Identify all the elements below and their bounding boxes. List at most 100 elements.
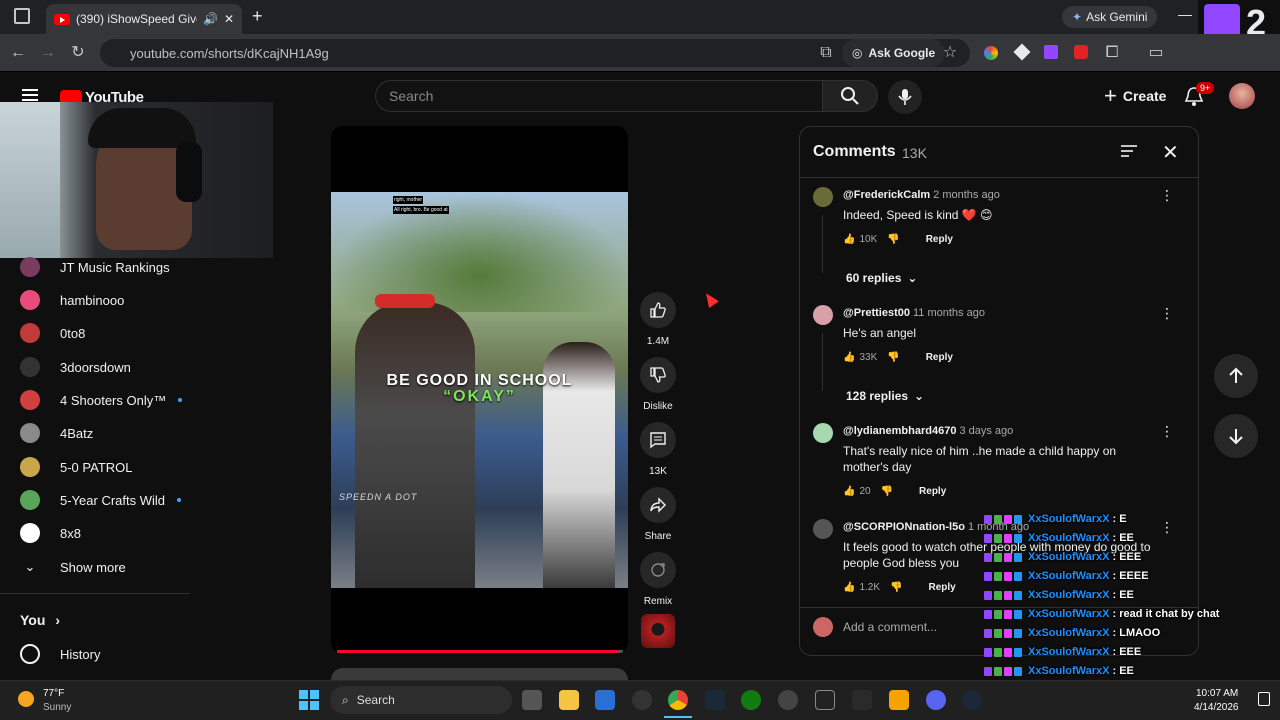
- more-options-icon[interactable]: ⋮: [1160, 187, 1174, 204]
- create-button[interactable]: + Create: [1094, 80, 1176, 112]
- comment-author[interactable]: @SCORPIONnation-l5o: [843, 521, 965, 533]
- comment-like-icon[interactable]: 👍: [843, 352, 855, 363]
- extension-diamond-icon[interactable]: [1013, 43, 1031, 61]
- extension-red-icon[interactable]: [1074, 45, 1088, 59]
- windows-start-icon[interactable]: [299, 690, 319, 710]
- comment-item: @Prettiest00 11 months ago He's an angel …: [813, 305, 1174, 395]
- close-comments-icon[interactable]: ✕: [1162, 140, 1179, 165]
- comment-author[interactable]: @Prettiest00: [843, 307, 910, 319]
- app-icon[interactable]: [632, 690, 652, 710]
- you-section-header[interactable]: You ›: [20, 605, 60, 635]
- next-short-preview[interactable]: [331, 668, 628, 680]
- notifications-button[interactable]: 9+: [1184, 82, 1215, 113]
- sidebar-item-8x8[interactable]: 8x8: [20, 518, 81, 548]
- voice-search-button[interactable]: [888, 80, 922, 114]
- chat-message: XxSoulofWarxX: EEEE: [984, 567, 1149, 585]
- share-button[interactable]: Share: [640, 487, 676, 542]
- reply-button[interactable]: Reply: [926, 234, 953, 245]
- sidebar-item-history[interactable]: History: [20, 639, 100, 669]
- install-app-icon[interactable]: ⧉: [812, 39, 840, 67]
- sound-thumbnail[interactable]: [641, 614, 675, 648]
- comment-like-icon[interactable]: 👍: [843, 234, 855, 245]
- forward-icon[interactable]: →: [34, 39, 62, 67]
- search-input[interactable]: Search: [375, 80, 822, 112]
- more-options-icon[interactable]: ⋮: [1160, 423, 1174, 440]
- rockstar-icon[interactable]: [889, 690, 909, 710]
- audio-icon[interactable]: 🔊: [203, 12, 218, 26]
- store-icon[interactable]: [595, 690, 615, 710]
- chat-badges: [984, 533, 1022, 543]
- split-view-icon[interactable]: ▭: [1142, 39, 1170, 67]
- epic-games-icon[interactable]: [852, 690, 872, 710]
- comment-like-icon[interactable]: 👍: [843, 486, 855, 497]
- remix-button[interactable]: Remix: [640, 552, 676, 607]
- comment-avatar[interactable]: [813, 423, 833, 443]
- new-tab-icon[interactable]: +: [252, 6, 263, 27]
- close-tab-icon[interactable]: ✕: [224, 12, 234, 26]
- ask-gemini-button[interactable]: ✦ Ask Gemini: [1062, 6, 1158, 28]
- more-options-icon[interactable]: ⋮: [1160, 519, 1174, 536]
- steam-icon[interactable]: [705, 690, 725, 710]
- bookmark-star-icon[interactable]: ☆: [936, 39, 964, 67]
- comment-dislike-icon[interactable]: 👎: [881, 486, 893, 497]
- back-icon[interactable]: ←: [4, 39, 32, 67]
- sidebar-item-5-year-crafts-wild[interactable]: 5-Year Crafts Wild: [20, 485, 181, 515]
- show-more-button[interactable]: ⌄ Show more: [20, 552, 126, 582]
- sidebar-item-5-0-patrol[interactable]: 5-0 PATROL: [20, 452, 132, 482]
- previous-short-button[interactable]: [1214, 354, 1258, 398]
- dislike-button[interactable]: Dislike: [640, 357, 676, 412]
- comment-dislike-icon[interactable]: 👎: [887, 352, 899, 363]
- comment-author[interactable]: @FrederickCalm: [843, 189, 930, 201]
- sort-button[interactable]: [1120, 143, 1138, 164]
- sidebar-item-4batz[interactable]: 4Batz: [20, 418, 93, 448]
- reload-icon[interactable]: ↻: [64, 39, 92, 67]
- discord-icon[interactable]: [926, 690, 946, 710]
- xbox-icon[interactable]: [741, 690, 761, 710]
- comment-dislike-icon[interactable]: 👎: [887, 234, 899, 245]
- clock-time[interactable]: 10:07 AM: [1196, 688, 1238, 699]
- account-avatar[interactable]: [1229, 83, 1255, 109]
- sidebar-item-3doorsdown[interactable]: 3doorsdown: [20, 352, 131, 382]
- 7zip-icon[interactable]: [815, 690, 835, 710]
- extension-color-icon[interactable]: [984, 46, 998, 60]
- chrome-icon[interactable]: [668, 690, 688, 710]
- sidebar-item-4-shooters-only[interactable]: 4 Shooters Only™: [20, 385, 183, 415]
- comment-avatar[interactable]: [813, 519, 833, 539]
- weather-sun-icon[interactable]: [18, 691, 34, 707]
- short-video-player[interactable]: right, mother All right, bro. Be good at…: [331, 126, 628, 654]
- task-view-icon[interactable]: [522, 690, 542, 710]
- sidebar-item-jt-music-rankings[interactable]: JT Music Rankings: [20, 252, 170, 282]
- search-button[interactable]: [822, 80, 878, 112]
- tab-actions-icon[interactable]: [14, 8, 30, 24]
- sidebar-item-0to8[interactable]: 0to8: [20, 318, 85, 348]
- comment-author[interactable]: @lydianembhard4670: [843, 425, 956, 437]
- comment-dislike-icon[interactable]: 👎: [890, 582, 902, 593]
- reply-button[interactable]: Reply: [926, 352, 953, 363]
- extensions-puzzle-icon[interactable]: ⧠: [1098, 39, 1126, 67]
- extension-twitch-icon[interactable]: [1044, 45, 1058, 59]
- view-replies-button[interactable]: 60 replies ⌄: [846, 271, 917, 285]
- steam-tray-icon[interactable]: [962, 690, 982, 710]
- menu-icon[interactable]: [22, 89, 38, 101]
- reply-button[interactable]: Reply: [928, 582, 955, 593]
- sidebar-item-hambinooo[interactable]: hambinooo: [20, 285, 124, 315]
- file-explorer-icon[interactable]: [559, 690, 579, 710]
- comment-avatar[interactable]: [813, 305, 833, 325]
- video-progress-track[interactable]: [337, 650, 623, 653]
- reply-button[interactable]: Reply: [919, 486, 946, 497]
- history-icon: [20, 644, 40, 664]
- taskbar-search[interactable]: ⌕ Search: [330, 686, 512, 714]
- more-options-icon[interactable]: ⋮: [1160, 305, 1174, 322]
- obs-icon[interactable]: [778, 690, 798, 710]
- next-short-button[interactable]: [1214, 414, 1258, 458]
- chat-badge-icon: [1014, 552, 1022, 562]
- minimize-icon[interactable]: —: [1178, 6, 1192, 22]
- browser-tab[interactable]: (390) iShowSpeed Gives $5... 🔊 ✕: [46, 4, 242, 34]
- like-button[interactable]: 1.4M: [640, 292, 676, 347]
- comments-button[interactable]: 13K: [640, 422, 676, 477]
- ask-google-button[interactable]: ◎ Ask Google: [842, 39, 946, 67]
- notification-center-icon[interactable]: [1258, 692, 1270, 706]
- comment-like-icon[interactable]: 👍: [843, 582, 855, 593]
- comment-avatar[interactable]: [813, 187, 833, 207]
- view-replies-button[interactable]: 128 replies ⌄: [846, 389, 924, 403]
